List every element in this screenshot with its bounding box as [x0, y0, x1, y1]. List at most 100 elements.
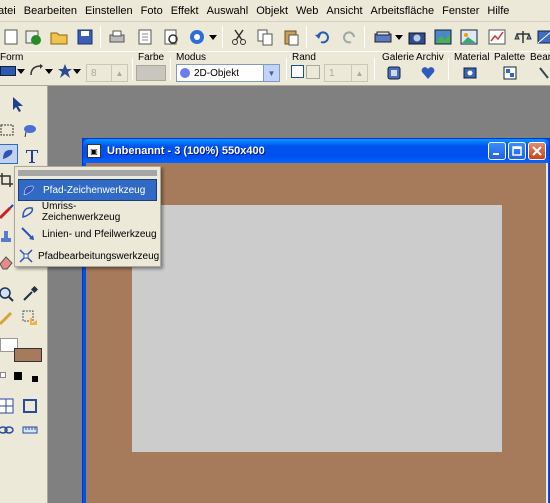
text-tool-icon[interactable] — [22, 146, 42, 166]
shape-size-spinner[interactable]: 8 ▲ — [86, 64, 128, 82]
border-width-spinner[interactable]: 1 ▲ — [324, 64, 368, 82]
shape-rectangle-icon[interactable] — [0, 66, 16, 76]
menu-bearbeiten[interactable]: Bearbeiten — [20, 0, 81, 22]
bearb-label: Bearb — [530, 52, 550, 63]
gallery-icon[interactable] — [386, 65, 402, 81]
dropdown-arrow-icon[interactable] — [394, 26, 404, 48]
spinner-arrows-icon[interactable]: ▲ — [111, 65, 127, 81]
menu-fenster[interactable]: Fenster — [438, 0, 483, 22]
border-width-value: 1 — [329, 67, 335, 79]
modus-label: Modus — [176, 52, 207, 63]
ruler-icon[interactable] — [20, 420, 40, 440]
flyout-item-umriss-zeichenwerkzeug[interactable]: Umriss- Zeichenwerkzeug — [18, 201, 157, 223]
document-titlebar[interactable]: ▣ Unbenannt - 3 (100%) 550x400 — [83, 139, 549, 163]
frame-icon[interactable] — [20, 396, 40, 416]
hand-tool-icon[interactable] — [20, 308, 40, 328]
black-color-icon[interactable] — [14, 372, 22, 380]
background-color-swatch[interactable] — [14, 348, 42, 362]
maximize-button[interactable] — [508, 142, 526, 160]
swap-colors-icon[interactable] — [32, 376, 38, 382]
palette-icon[interactable] — [502, 65, 518, 81]
print-icon[interactable] — [106, 26, 128, 48]
border-color-swatch[interactable] — [306, 65, 320, 79]
flyout-item-pfad-zeichenwerkzeug[interactable]: Pfad-Zeichenwerkzeug — [18, 179, 157, 201]
context-toolbar: Form 8 ▲ Farbe Modus 2D-Objekt ▼ Rand 1 … — [0, 52, 550, 86]
path-draw-tool-icon[interactable] — [0, 144, 18, 164]
copy-icon[interactable] — [254, 26, 276, 48]
marquee-select-icon[interactable] — [0, 120, 14, 140]
lasso-icon[interactable] — [20, 120, 40, 140]
menu-foto[interactable]: Foto — [137, 0, 167, 22]
tools-palette — [0, 86, 48, 503]
flyout-item-linien-pfeilwerkzeug[interactable]: Linien- und Pfeilwerkzeug — [18, 223, 157, 245]
preview-zoom-icon[interactable] — [160, 26, 182, 48]
dropdown-arrow-icon[interactable] — [16, 64, 26, 78]
toolbar-separator — [448, 58, 449, 80]
arrow-select-icon[interactable] — [8, 94, 28, 114]
modus-dropdown[interactable]: 2D-Objekt ▼ — [176, 64, 280, 82]
standard-toolbar — [0, 22, 550, 52]
dropdown-arrow-icon[interactable] — [72, 64, 82, 78]
redo-icon[interactable] — [338, 26, 360, 48]
document-icon: ▣ — [87, 144, 101, 158]
archiv-label: Archiv — [416, 52, 444, 63]
path-draw-icon — [19, 180, 39, 200]
outline-draw-icon — [18, 202, 38, 222]
toolbar-separator — [306, 26, 307, 48]
minimize-button[interactable] — [488, 142, 506, 160]
menu-ansicht[interactable]: Ansicht — [322, 0, 366, 22]
chevron-down-icon[interactable]: ▼ — [263, 65, 279, 81]
canvas-rectangle-object[interactable] — [132, 205, 502, 452]
border-checkbox[interactable] — [291, 65, 304, 78]
toolbar-separator — [364, 26, 365, 48]
toolbar-separator — [170, 58, 171, 80]
toolbar-separator — [100, 26, 101, 48]
menu-einstellen[interactable]: Einstellen — [81, 0, 137, 22]
cut-icon[interactable] — [228, 26, 250, 48]
dropdown-arrow-icon[interactable] — [44, 64, 54, 78]
material-icon[interactable] — [462, 65, 478, 81]
paste-icon[interactable] — [280, 26, 302, 48]
chart-icon[interactable] — [486, 26, 508, 48]
menu-auswahl[interactable]: Auswahl — [203, 0, 253, 22]
spinner-arrows-icon[interactable]: ▲ — [351, 65, 367, 81]
menu-objekt[interactable]: Objekt — [252, 0, 292, 22]
photo-fix-icon[interactable] — [458, 26, 480, 48]
heart-icon[interactable] — [420, 65, 436, 81]
toolbar-separator — [374, 58, 375, 80]
flyout-grip[interactable] — [18, 170, 157, 176]
menu-hilfe[interactable]: Hilfe — [483, 0, 513, 22]
default-colors-icon[interactable] — [0, 372, 6, 378]
menu-web[interactable]: Web — [292, 0, 322, 22]
scanner-icon[interactable] — [372, 26, 394, 48]
balance-icon[interactable] — [512, 26, 534, 48]
email-icon[interactable] — [186, 26, 208, 48]
color-swatch[interactable] — [136, 65, 166, 81]
draw-tool-flyout: Pfad-Zeichenwerkzeug Umriss- Zeichenwerk… — [14, 166, 161, 267]
open-folder-icon[interactable] — [48, 26, 70, 48]
close-button[interactable] — [528, 142, 546, 160]
menu-datei[interactable]: atei — [0, 0, 20, 22]
save-icon[interactable] — [74, 26, 96, 48]
modus-value: 2D-Objekt — [194, 67, 240, 79]
image-enhance-icon[interactable] — [432, 26, 454, 48]
menu-effekt[interactable]: Effekt — [167, 0, 203, 22]
flyout-item-pfadbearbeitungswerkzeug[interactable]: Pfadbearbeitungswerkzeug — [18, 245, 159, 267]
eyedropper-icon[interactable] — [20, 284, 40, 304]
toolbar-separator — [286, 58, 287, 80]
menu-arbeitsflaeche[interactable]: Arbeitsfläche — [367, 0, 439, 22]
color-icon[interactable] — [534, 26, 550, 48]
new-file-icon[interactable] — [0, 26, 22, 48]
camera-icon[interactable] — [406, 26, 428, 48]
grid-icon[interactable] — [0, 396, 16, 416]
zoom-tool-icon[interactable] — [0, 284, 16, 304]
mode-circle-icon — [180, 68, 190, 78]
pencil-icon[interactable] — [0, 308, 16, 328]
toolbar-separator — [132, 58, 133, 80]
undo-icon[interactable] — [312, 26, 334, 48]
print-preview-icon[interactable] — [134, 26, 156, 48]
link-icon[interactable] — [0, 420, 16, 440]
open-web-icon[interactable] — [22, 26, 44, 48]
edit-icon[interactable] — [538, 65, 550, 81]
dropdown-arrow-icon[interactable] — [208, 26, 218, 48]
